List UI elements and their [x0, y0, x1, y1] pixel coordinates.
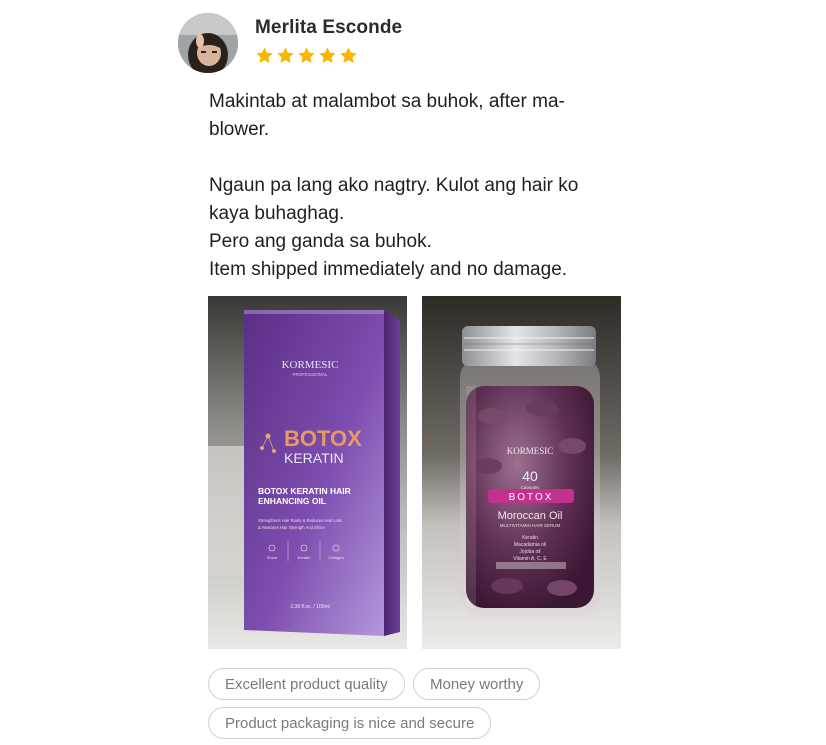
svg-text:KERATIN: KERATIN [284, 450, 344, 466]
product-box-image: KORMESIC PROFESSIONAL BOTOX KERATIN BOTO… [208, 296, 407, 649]
svg-text:ENHANCING OIL: ENHANCING OIL [258, 496, 326, 506]
review-line: Pero ang ganda sa buhok. [209, 231, 432, 252]
review-line: Ngaun pa lang ako nagtry. Kulot ang hair… [209, 175, 579, 196]
star-icon [256, 47, 273, 63]
jar-band: BOTOX [509, 492, 554, 503]
review-photo-1[interactable]: KORMESIC PROFESSIONAL BOTOX KERATIN BOTO… [208, 296, 407, 649]
svg-text:PROFESSIONAL: PROFESSIONAL [292, 372, 328, 377]
svg-text:Macadamia oil: Macadamia oil [514, 542, 546, 548]
svg-text:MULTIVITAMIN HAIR SERUM: MULTIVITAMIN HAIR SERUM [500, 523, 561, 528]
tag-chip[interactable]: Product packaging is nice and secure [208, 707, 492, 739]
review-line: kaya buhaghag. [209, 203, 345, 224]
star-icon [319, 47, 336, 63]
reviewer-avatar [178, 13, 238, 73]
svg-text:Collagen: Collagen [328, 555, 344, 560]
svg-text:Moroccan Oil: Moroccan Oil [498, 510, 563, 522]
review-text: Makintab at malambot sa buhok, after ma-… [209, 88, 599, 284]
svg-text:Shine: Shine [267, 555, 278, 560]
svg-text:Vitamin A, C, E: Vitamin A, C, E [513, 556, 547, 562]
review-line: blower. [209, 119, 270, 140]
rating-stars [255, 46, 358, 68]
star-icon [277, 47, 294, 63]
svg-text:Keratin: Keratin [522, 535, 538, 541]
box-title-big: BOTOX [284, 426, 362, 451]
svg-text:Strengthens Hair Roots & Reduc: Strengthens Hair Roots & Reduces Hair Lo… [258, 518, 342, 523]
svg-text:40: 40 [522, 468, 538, 484]
svg-text:& Restores Hair Strength And S: & Restores Hair Strength And Shine [258, 525, 325, 530]
review-photo-2[interactable]: KORMESIC 40 Capsules BOTOX Moroccan Oil … [422, 296, 621, 649]
star-icon [298, 47, 315, 63]
reviewer-name[interactable]: Merlita Esconde [255, 17, 402, 39]
tag-chip[interactable]: Excellent product quality [208, 668, 405, 700]
review-line: Makintab at malambot sa buhok, after ma- [209, 91, 565, 112]
box-brand: KORMESIC [282, 359, 339, 371]
product-jar-image: KORMESIC 40 Capsules BOTOX Moroccan Oil … [422, 296, 621, 649]
svg-text:BOTOX KERATIN HAIR: BOTOX KERATIN HAIR [258, 486, 351, 496]
review-line: Item shipped immediately and no damage. [209, 259, 568, 280]
svg-text:Keratin: Keratin [298, 555, 311, 560]
svg-text:Jojoba oil: Jojoba oil [519, 549, 540, 555]
tag-chip[interactable]: Money worthy [413, 668, 541, 700]
svg-text:3.38 fl.oz. / 100ml: 3.38 fl.oz. / 100ml [290, 604, 329, 610]
star-icon [340, 47, 357, 63]
jar-brand: KORMESIC [507, 446, 554, 456]
